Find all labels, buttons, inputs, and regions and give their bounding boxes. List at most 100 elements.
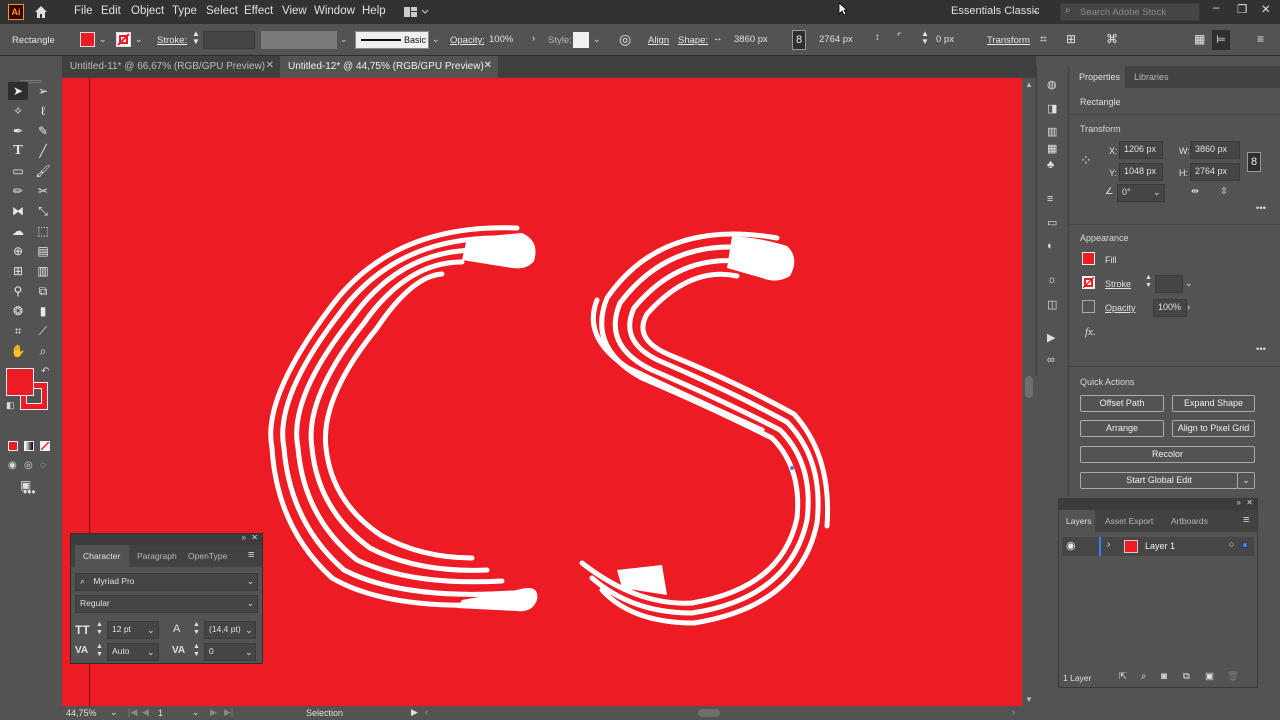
scroll-up-icon[interactable]: ▲ (1025, 80, 1033, 89)
brush-chevron-icon[interactable]: ⌄ (432, 34, 442, 44)
tab-asset-export[interactable]: Asset Export (1105, 516, 1153, 526)
x-field[interactable]: 1206 px (1119, 141, 1163, 159)
mesh-tool-icon[interactable]: ⊞ (8, 262, 28, 280)
stock-search-input[interactable]: ⌕ Search Adobe Stock (1060, 3, 1200, 21)
opacity-label[interactable]: Opacity: (450, 35, 485, 46)
layer-name[interactable]: Layer 1 (1145, 541, 1175, 551)
appearance-stroke-label[interactable]: Stroke (1105, 279, 1131, 289)
start-global-edit-button[interactable]: Start Global Edit (1080, 472, 1238, 489)
global-edit-options-button[interactable]: ⌄ (1237, 472, 1255, 489)
stroke-chevron-icon[interactable]: ⌄ (135, 34, 145, 44)
zoom-tool-icon[interactable]: ⌕ (33, 342, 53, 360)
font-size-stepper[interactable]: ▲ ▼ (96, 621, 103, 637)
tracking-chevron-icon[interactable]: ⌄ (245, 647, 253, 658)
color-guide-icon[interactable]: ◍ (1047, 78, 1057, 91)
appearance-opacity-label[interactable]: Opacity (1105, 303, 1136, 313)
appearance-fill-swatch[interactable] (1082, 252, 1095, 265)
tab-libraries[interactable]: Libraries (1134, 72, 1169, 82)
draw-normal-icon[interactable]: ◉ (8, 460, 17, 471)
gradient-panel-icon[interactable]: ▭ (1047, 216, 1057, 229)
warp-tool-icon[interactable]: ☁ (8, 222, 28, 240)
free-transform-tool-icon[interactable]: ⬚ (33, 222, 53, 240)
menu-file[interactable]: File (74, 5, 93, 17)
prev-artboard-icon[interactable]: ◀ (142, 707, 149, 718)
none-mode-button[interactable] (40, 441, 50, 451)
first-artboard-icon[interactable]: |◀ (128, 707, 137, 718)
appearance-stroke-stepper[interactable]: ▲ ▼ (1145, 274, 1152, 290)
draw-mode-icon[interactable]: ◎ (24, 460, 33, 471)
vertical-scrollbar[interactable]: ▲ ▼ (1022, 78, 1036, 706)
draw-inside-icon[interactable]: ◌ (40, 460, 46, 471)
kerning-stepper[interactable]: ▲ ▼ (96, 643, 103, 659)
new-sublayer-icon[interactable]: ⧉ (1183, 671, 1190, 682)
last-artboard-icon[interactable]: ▶| (224, 707, 233, 718)
magic-wand-tool-icon[interactable]: ✧ (8, 102, 28, 120)
scroll-thumb[interactable] (1025, 376, 1033, 398)
links-icon[interactable]: ∞ (1047, 354, 1055, 366)
arrange-button[interactable]: Arrange (1080, 420, 1164, 437)
tab-close-icon[interactable]: ✕ (484, 60, 492, 71)
shape-label[interactable]: Shape: (678, 35, 708, 46)
leading-stepper[interactable]: ▲ ▼ (193, 621, 200, 637)
expand-shape-button[interactable]: Expand Shape (1172, 395, 1255, 412)
style-chevron-icon[interactable]: ⌄ (593, 34, 603, 44)
character-close-icon[interactable]: ✕ (251, 533, 258, 542)
reference-point-icon[interactable]: ⁘ (1080, 152, 1092, 169)
character-collapse-icon[interactable]: » (242, 533, 246, 542)
brush-definition[interactable]: Basic (355, 31, 429, 49)
symbol-sprayer-tool-icon[interactable]: ❂ (8, 302, 28, 320)
corner-type-icon[interactable]: ⌜ (897, 32, 901, 43)
stroke-stepper-icon[interactable]: ▲ ▼ (192, 30, 200, 46)
w-field[interactable]: 3860 px (1190, 141, 1240, 159)
style-swatch[interactable] (573, 32, 589, 48)
shape-width-field[interactable]: 3860 px (729, 31, 785, 49)
export-icon[interactable]: ⇱ (1119, 671, 1127, 682)
color-panel-icon[interactable]: ◨ (1047, 102, 1057, 115)
scissors-tool-icon[interactable]: ✂ (33, 182, 53, 200)
gradient-tool-icon[interactable]: ▥ (33, 262, 53, 280)
rotate-chevron-icon[interactable]: ⌄ (1153, 187, 1161, 198)
menu-select[interactable]: Select (206, 5, 238, 17)
workspace-chevron-icon[interactable]: ⌄ (1032, 5, 1040, 16)
new-layer-icon[interactable]: ▣ (1205, 671, 1214, 682)
tab-opentype[interactable]: OpenType (188, 551, 227, 561)
control-menu-icon[interactable]: ≡ (1257, 32, 1264, 46)
menu-object[interactable]: Object (131, 5, 164, 17)
workspace-switcher[interactable]: Essentials Classic (951, 5, 1040, 17)
menu-type[interactable]: Type (172, 5, 197, 17)
paintbrush-tool-icon[interactable]: 🖌 (33, 162, 53, 180)
slice-tool-icon[interactable]: ⟋ (33, 322, 53, 340)
minimize-icon[interactable]: – (1213, 2, 1219, 14)
hand-tool-icon[interactable]: ✋ (8, 342, 28, 360)
offset-path-button[interactable]: Offset Path (1080, 395, 1164, 412)
recolor-button[interactable]: Recolor (1080, 446, 1255, 463)
layers-close-icon[interactable]: ✕ (1246, 498, 1253, 507)
column-graph-tool-icon[interactable]: ▮ (33, 302, 53, 320)
fill-swatch[interactable] (80, 32, 95, 47)
menu-edit[interactable]: Edit (101, 5, 121, 17)
tab-untitled-12[interactable]: Untitled-12* @ 44,75% (RGB/GPU Preview) … (280, 56, 498, 78)
hscroll-left-icon[interactable]: ‹ (425, 707, 428, 717)
direct-selection-tool-icon[interactable]: ➢ (33, 82, 53, 100)
scale-tool-icon[interactable]: ⤡ (33, 202, 53, 220)
artboard-tool-icon[interactable]: ⌗ (8, 322, 28, 340)
stroke-label[interactable]: Stroke: (157, 35, 187, 46)
color-mode-button[interactable] (8, 441, 18, 451)
clipping-mask-icon[interactable]: ◙ (1161, 671, 1167, 682)
tab-untitled-11[interactable]: Untitled-11* @ 66,67% (RGB/GPU Preview) … (62, 56, 280, 78)
zoom-level[interactable]: 44,75% (66, 708, 97, 718)
transform-more-icon[interactable]: ••• (1256, 203, 1266, 214)
eyedropper-tool-icon[interactable]: ⚲ (8, 282, 28, 300)
recolor-artwork-icon[interactable]: ◎ (619, 31, 631, 48)
lasso-tool-icon[interactable]: ℓ (33, 102, 53, 120)
appearance-stroke-field[interactable] (1155, 275, 1183, 293)
visibility-eye-icon[interactable]: ◉ (1066, 539, 1076, 552)
hscroll-right-icon[interactable]: › (1012, 707, 1015, 717)
character-menu-icon[interactable]: ≡ (248, 549, 254, 561)
fill-chevron-icon[interactable]: ⌄ (99, 34, 109, 44)
stroke-swatch[interactable] (116, 32, 131, 47)
rectangle-tool-icon[interactable]: ▭ (8, 162, 28, 180)
zoom-chevron-icon[interactable]: ⌄ (110, 707, 118, 718)
selection-tool-icon[interactable]: ➤ (8, 82, 28, 100)
envelope-icon[interactable]: ⌘ (1106, 32, 1118, 46)
